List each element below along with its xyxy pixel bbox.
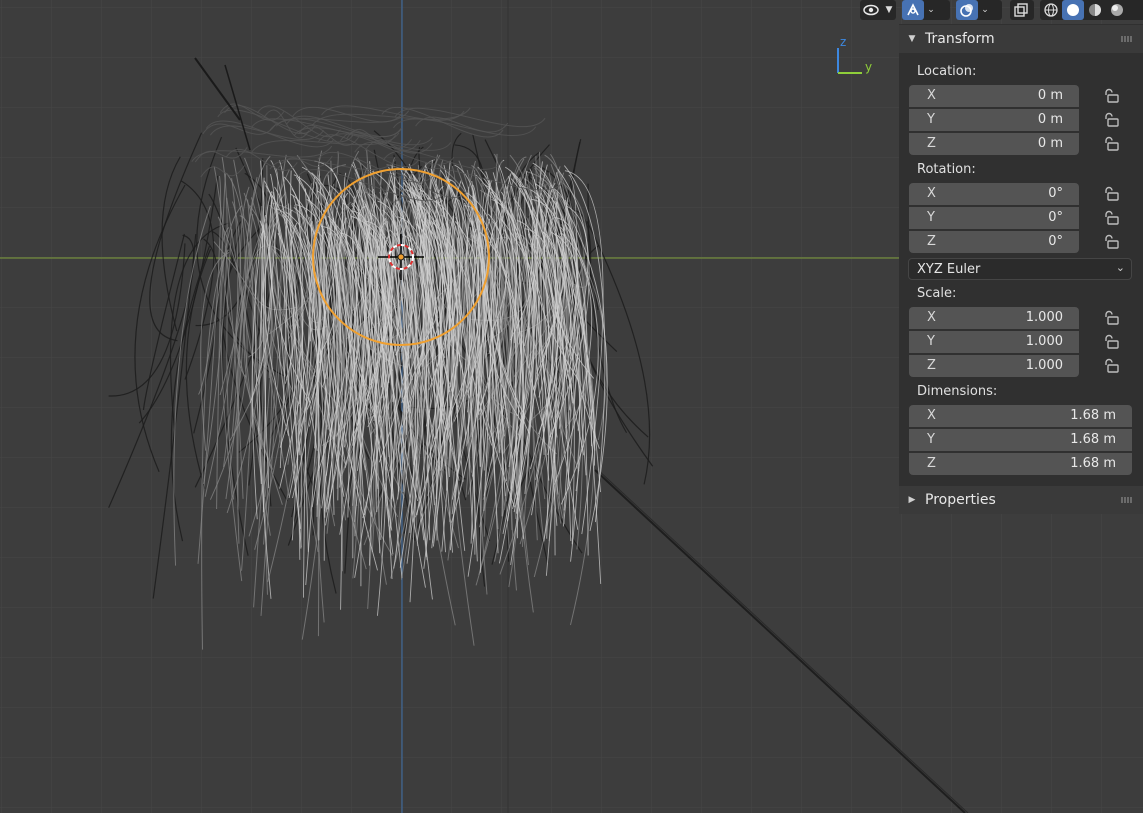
drag-grip-icon[interactable] xyxy=(1121,36,1133,42)
xray-icon xyxy=(1010,0,1032,20)
rotation-label: Rotation: xyxy=(917,162,976,177)
chevron-down-icon[interactable]: ⌄ xyxy=(924,0,938,20)
rotation-z-field[interactable]: Z 0° xyxy=(909,231,1079,253)
lock-icon[interactable] xyxy=(1103,88,1119,104)
drag-grip-icon[interactable] xyxy=(1121,497,1133,503)
scale-z-field[interactable]: Z 1.000 xyxy=(909,355,1079,377)
expand-triangle-icon: ▶ xyxy=(908,495,916,505)
solid-shading-icon[interactable] xyxy=(1062,0,1084,20)
overlay-toggle[interactable]: ⌄ xyxy=(956,0,1002,20)
chevron-down-icon: ▼ xyxy=(885,5,893,15)
location-y-field[interactable]: Y 0 m xyxy=(909,109,1079,131)
lock-icon[interactable] xyxy=(1103,234,1119,250)
gizmo-icon[interactable] xyxy=(902,0,924,20)
scale-label: Scale: xyxy=(917,286,957,301)
visibility-icon xyxy=(860,0,882,20)
lock-icon[interactable] xyxy=(1103,310,1119,326)
location-label: Location: xyxy=(917,64,977,79)
lock-icon[interactable] xyxy=(1103,210,1119,226)
overlay-icon[interactable] xyxy=(956,0,978,20)
dimensions-z-field[interactable]: Z 1.68 m xyxy=(909,453,1132,475)
visibility-dropdown[interactable]: ▼ xyxy=(860,0,896,20)
location-x-field[interactable]: X 0 m xyxy=(909,85,1079,107)
gizmo-toggle[interactable]: ⌄ xyxy=(902,0,950,20)
material-shading-icon[interactable] xyxy=(1084,0,1106,20)
lock-icon[interactable] xyxy=(1103,334,1119,350)
location-z-field[interactable]: Z 0 m xyxy=(909,133,1079,155)
xray-toggle[interactable] xyxy=(1010,0,1034,20)
scale-x-field[interactable]: X 1.000 xyxy=(909,307,1079,329)
rendered-shading-icon[interactable] xyxy=(1106,0,1128,20)
rotation-x-field[interactable]: X 0° xyxy=(909,183,1079,205)
lock-icon[interactable] xyxy=(1103,136,1119,152)
wireframe-shading-icon[interactable] xyxy=(1040,0,1062,20)
transform-title: Transform xyxy=(925,31,995,47)
properties-title: Properties xyxy=(925,492,996,508)
chevron-down-icon[interactable]: ⌄ xyxy=(978,0,992,20)
transform-panel-header[interactable]: ▼ Transform xyxy=(899,25,1143,53)
dimensions-y-field[interactable]: Y 1.68 m xyxy=(909,429,1132,451)
dimensions-x-field[interactable]: X 1.68 m xyxy=(909,405,1132,427)
chevron-down-icon: ⌄ xyxy=(1115,261,1125,274)
lock-icon[interactable] xyxy=(1103,112,1119,128)
sidebar-panel: ▼ Transform Location: X 0 m Y 0 m Z 0 m … xyxy=(899,24,1143,514)
rotation-mode-select[interactable]: XYZ Euler ⌄ xyxy=(908,258,1132,280)
dimensions-label: Dimensions: xyxy=(917,384,998,399)
properties-panel-header[interactable]: ▶ Properties xyxy=(899,486,1143,514)
lock-icon[interactable] xyxy=(1103,358,1119,374)
gizmo-y-label: y xyxy=(865,60,872,74)
lock-icon[interactable] xyxy=(1103,186,1119,202)
gizmo-z-label: z xyxy=(840,35,846,49)
shading-mode-group[interactable] xyxy=(1040,0,1143,20)
rotation-y-field[interactable]: Y 0° xyxy=(909,207,1079,229)
scale-y-field[interactable]: Y 1.000 xyxy=(909,331,1079,353)
collapse-triangle-icon: ▼ xyxy=(908,34,916,44)
